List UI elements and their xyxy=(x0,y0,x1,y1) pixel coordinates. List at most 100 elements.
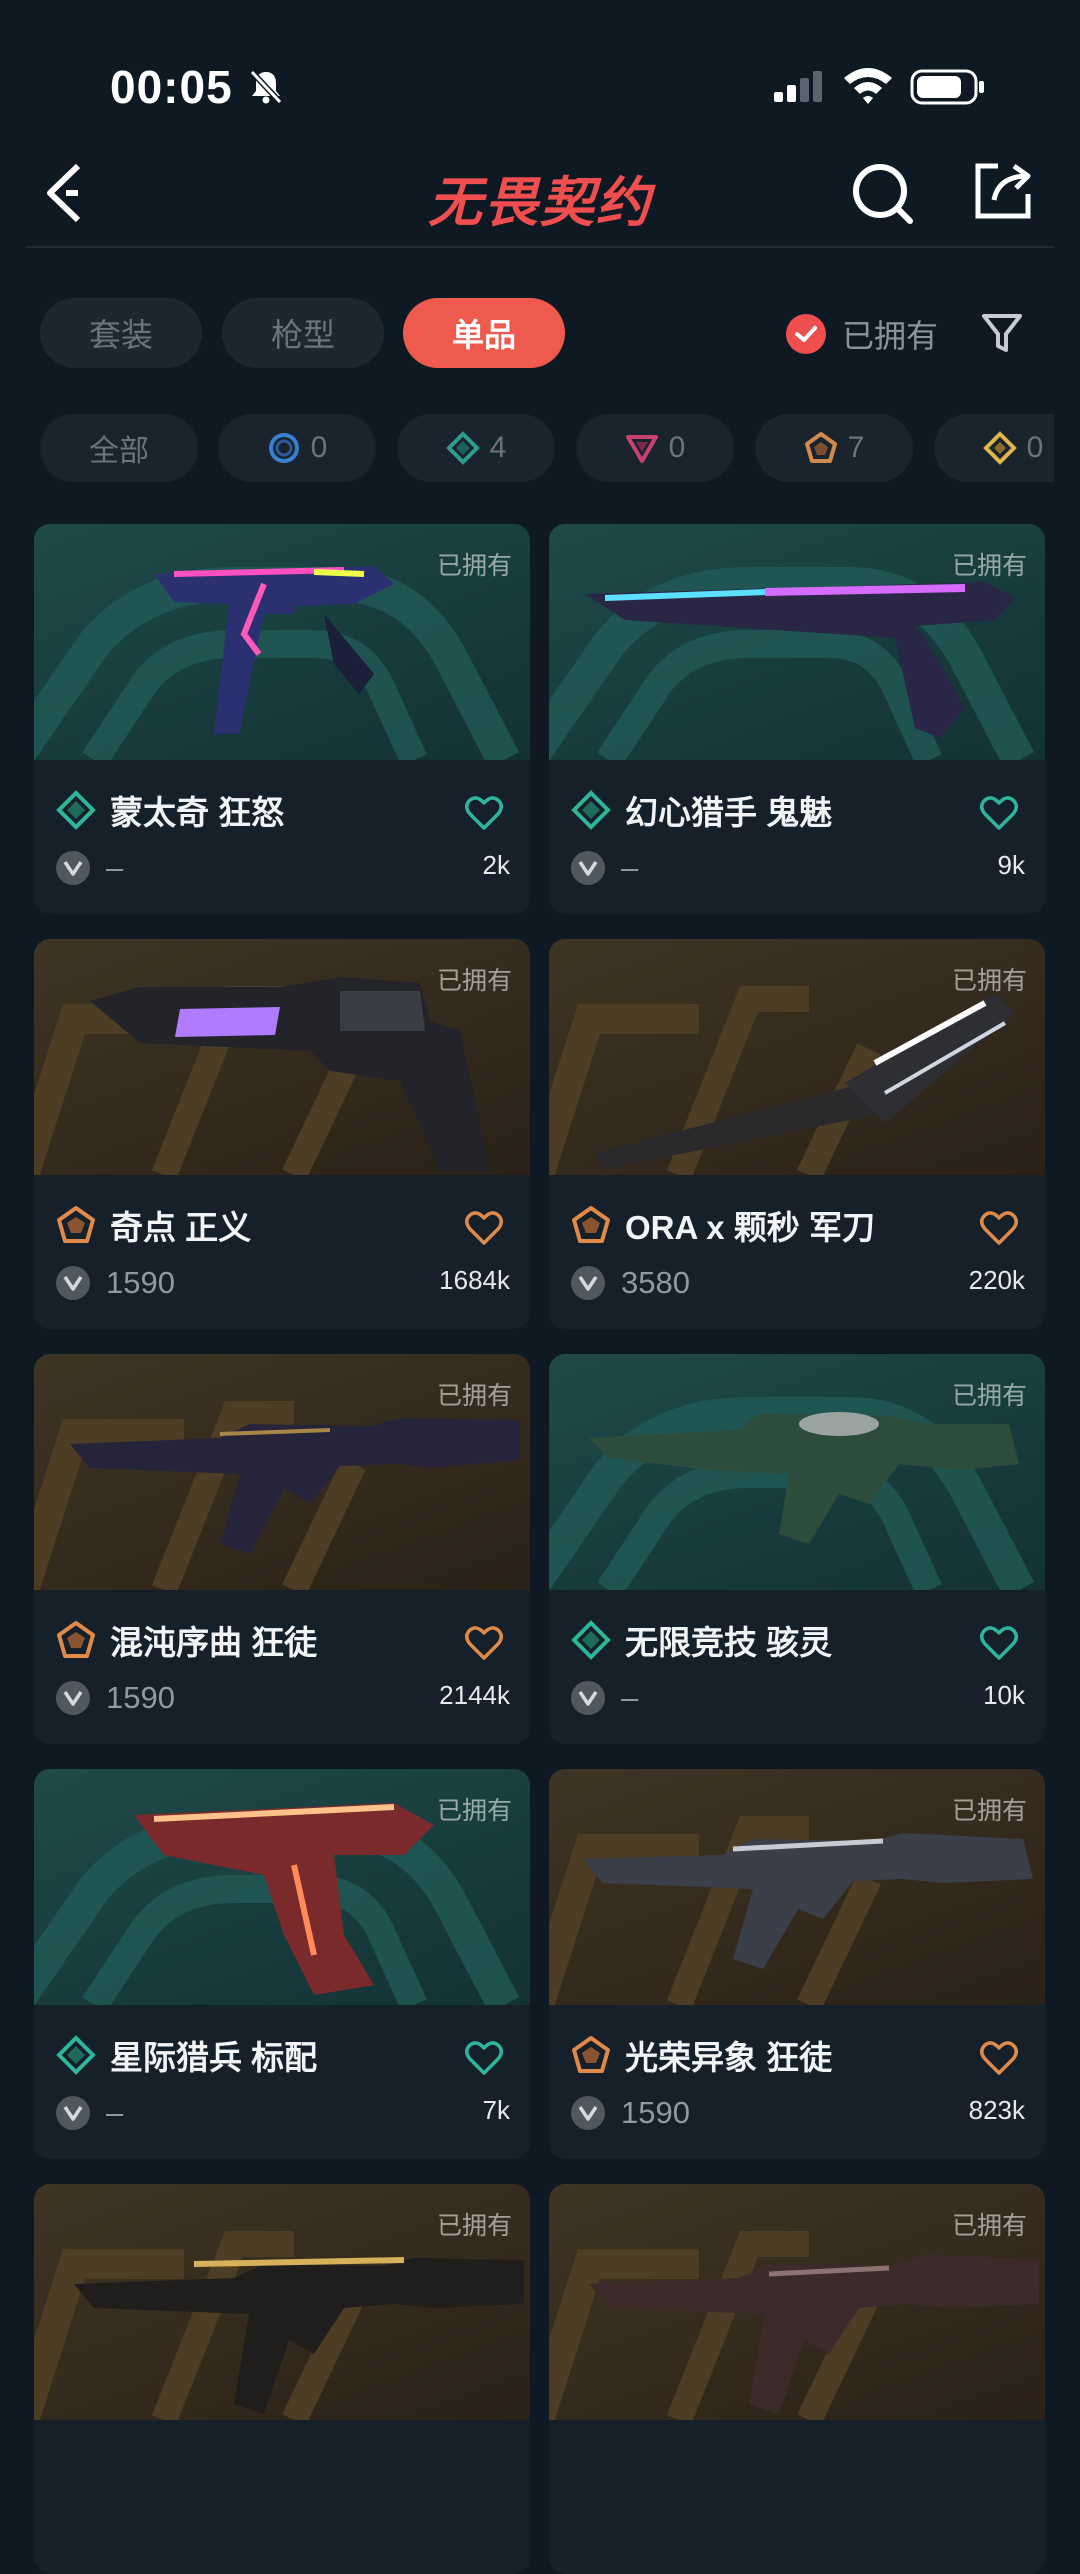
favorite-heart-icon[interactable] xyxy=(464,2039,504,2077)
item-name: 星际猎兵 标配 xyxy=(110,2039,318,2076)
price-row: 1590 xyxy=(56,1680,175,1716)
tier-chip-count: 0 xyxy=(668,431,686,464)
price-row: – xyxy=(571,850,638,886)
item-title-row: ORA x 颗秒 军刀 xyxy=(571,1201,875,1249)
item-card[interactable]: 已拥有奇点 正义 1590 1684k xyxy=(34,939,530,1329)
signal-icon xyxy=(774,71,822,102)
like-count: 7k xyxy=(482,2095,510,2125)
favorite-heart-icon[interactable] xyxy=(464,1209,504,1247)
item-artwork: 已拥有 xyxy=(549,1769,1045,2005)
tier-chip-count: 7 xyxy=(847,431,865,464)
item-card[interactable]: 已拥有 无限竞技 骇灵 – 10k xyxy=(549,1354,1045,1744)
tier-chip-ultra[interactable]: 0 xyxy=(934,414,1054,482)
owned-tag: 已拥有 xyxy=(436,967,512,995)
owned-filter-label: 已拥有 xyxy=(842,318,939,354)
favorite-heart-icon[interactable] xyxy=(979,794,1019,832)
owned-tag: 已拥有 xyxy=(951,1797,1027,1825)
tab-gun-type[interactable]: 枪型 xyxy=(222,298,384,368)
item-card[interactable]: 已拥有 xyxy=(549,2184,1045,2574)
item-artwork: 已拥有 xyxy=(34,2184,530,2420)
like-count: 1684k xyxy=(439,1265,510,1295)
favorite-heart-icon[interactable] xyxy=(979,2039,1019,2077)
tab-set[interactable]: 套装 xyxy=(40,298,202,368)
item-name: ORA x 颗秒 军刀 xyxy=(625,1209,875,1246)
valorant-points-icon xyxy=(571,1681,605,1715)
item-price: 1590 xyxy=(621,2095,690,2130)
like-count: 2144k xyxy=(439,1680,510,1710)
price-row: 1590 xyxy=(56,1265,175,1301)
price-row: 1590 xyxy=(571,2095,690,2131)
item-title-row: 无限竞技 骇灵 xyxy=(571,1616,832,1664)
owned-filter-toggle[interactable]: 已拥有 xyxy=(786,310,938,358)
item-artwork: 已拥有 xyxy=(34,1354,530,1590)
item-title-row: 奇点 正义 xyxy=(56,1201,251,1249)
valorant-points-icon xyxy=(56,1266,90,1300)
tier-chip-exclusive[interactable]: 7 xyxy=(755,414,913,482)
share-export-icon[interactable] xyxy=(970,156,1036,222)
tier-chip-deluxe[interactable]: 4 xyxy=(397,414,555,482)
valorant-points-icon xyxy=(571,2096,605,2130)
like-count: 2k xyxy=(482,850,510,880)
item-card[interactable]: 已拥有 xyxy=(34,2184,530,2574)
owned-tag: 已拥有 xyxy=(951,552,1027,580)
exclusive-tier-icon xyxy=(57,1206,95,1243)
item-artwork: 已拥有 xyxy=(34,939,530,1175)
tier-chip-premium[interactable]: 0 xyxy=(576,414,734,482)
owned-tag: 已拥有 xyxy=(436,2212,512,2240)
item-card[interactable]: 已拥有星际猎兵 标配 – 7k xyxy=(34,1769,530,2159)
item-card[interactable]: 已拥有 ORA x 颗秒 军刀 3580 220k xyxy=(549,939,1045,1329)
tier-chip-count: 0 xyxy=(1026,431,1044,464)
item-card[interactable]: 已拥有幻心猎手 鬼魅 – 9k xyxy=(549,524,1045,914)
tier-chip-count: 4 xyxy=(489,431,507,464)
item-title-row: 蒙太奇 狂怒 xyxy=(56,786,284,834)
favorite-heart-icon[interactable] xyxy=(464,1624,504,1662)
battery-icon xyxy=(910,69,984,105)
tab-single-item[interactable]: 单品 xyxy=(403,298,565,368)
tier-chip-all[interactable]: 全部 xyxy=(40,414,198,482)
item-card[interactable]: 已拥有混沌序曲 狂徒 1590 2144k xyxy=(34,1354,530,1744)
item-artwork: 已拥有 xyxy=(549,524,1045,760)
item-price: 1590 xyxy=(106,1680,175,1715)
exclusive-tier-icon xyxy=(57,1621,95,1658)
select-tier-icon xyxy=(268,433,299,463)
owned-tag: 已拥有 xyxy=(436,1382,512,1410)
valorant-points-icon xyxy=(56,1681,90,1715)
search-icon[interactable] xyxy=(850,160,916,226)
favorite-heart-icon[interactable] xyxy=(979,1209,1019,1247)
item-artwork: 已拥有 xyxy=(549,1354,1045,1590)
item-name: 混沌序曲 狂徒 xyxy=(110,1624,318,1661)
deluxe-tier-icon xyxy=(445,431,480,465)
item-title-row: 星际猎兵 标配 xyxy=(56,2031,317,2079)
bell-muted-icon xyxy=(249,69,283,105)
favorite-heart-icon[interactable] xyxy=(464,794,504,832)
owned-tag: 已拥有 xyxy=(951,1382,1027,1410)
deluxe-tier-icon xyxy=(571,1620,611,1660)
valorant-points-icon xyxy=(571,851,605,885)
exclusive-tier-icon xyxy=(572,2036,610,2073)
tier-chip-select[interactable]: 0 xyxy=(218,414,376,482)
item-artwork: 已拥有 xyxy=(549,939,1045,1175)
item-card[interactable]: 已拥有 光荣异象 狂徒 1590 823k xyxy=(549,1769,1045,2159)
item-price: 3580 xyxy=(621,1265,690,1300)
status-bar: 00:05 xyxy=(0,0,1080,140)
item-name: 幻心猎手 鬼魅 xyxy=(625,794,833,831)
item-artwork: 已拥有 xyxy=(34,1769,530,2005)
ultra-tier-icon xyxy=(982,431,1017,465)
valorant-points-icon xyxy=(56,851,90,885)
item-title-row: 幻心猎手 鬼魅 xyxy=(571,786,832,834)
wifi-icon xyxy=(844,68,892,104)
like-count: 9k xyxy=(997,850,1025,880)
item-price: 1590 xyxy=(106,1265,175,1300)
header-divider xyxy=(26,246,1054,248)
price-row: – xyxy=(56,2095,123,2131)
favorite-heart-icon[interactable] xyxy=(979,1624,1019,1662)
price-row: – xyxy=(56,850,123,886)
item-card[interactable]: 已拥有蒙太奇 狂怒 – 2k xyxy=(34,524,530,914)
filter-funnel-icon[interactable] xyxy=(980,310,1024,356)
page-title: 无畏契约 xyxy=(428,173,652,233)
tier-filter-row: 全部 0 4 0 7 0 xyxy=(40,414,1054,484)
owned-tag: 已拥有 xyxy=(436,552,512,580)
owned-tag: 已拥有 xyxy=(436,1797,512,1825)
deluxe-tier-icon xyxy=(56,2035,96,2075)
item-title-row: 混沌序曲 狂徒 xyxy=(56,1616,317,1664)
